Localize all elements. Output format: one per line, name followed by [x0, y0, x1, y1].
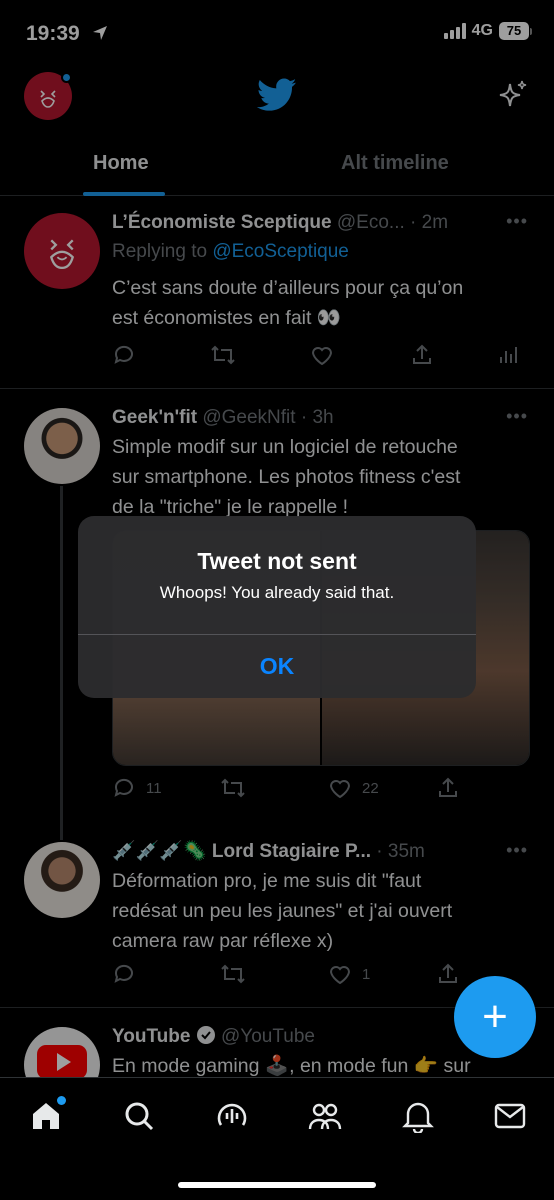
nav-spaces[interactable] [212, 1096, 252, 1136]
notification-dot [57, 1096, 66, 1105]
nav-messages[interactable] [490, 1096, 530, 1136]
plus-icon: + [482, 992, 508, 1041]
notifications-icon [402, 1102, 434, 1133]
communities-icon [308, 1103, 342, 1130]
messages-icon [494, 1103, 526, 1129]
spaces-icon [217, 1103, 247, 1126]
nav-search[interactable] [119, 1096, 159, 1136]
alert-title: Tweet not sent [197, 548, 357, 574]
nav-notifications[interactable] [398, 1096, 438, 1136]
nav-home[interactable] [26, 1096, 66, 1136]
nav-communities[interactable] [305, 1096, 345, 1136]
alert-dialog: Tweet not sent Whoops! You already said … [78, 516, 476, 698]
bottom-navigation [0, 1077, 554, 1200]
compose-tweet-button[interactable]: + [454, 976, 536, 1058]
home-indicator [178, 1182, 376, 1188]
alert-message: Whoops! You already said that. [159, 583, 395, 602]
ok-button[interactable]: OK [78, 635, 476, 698]
search-icon [125, 1102, 154, 1131]
